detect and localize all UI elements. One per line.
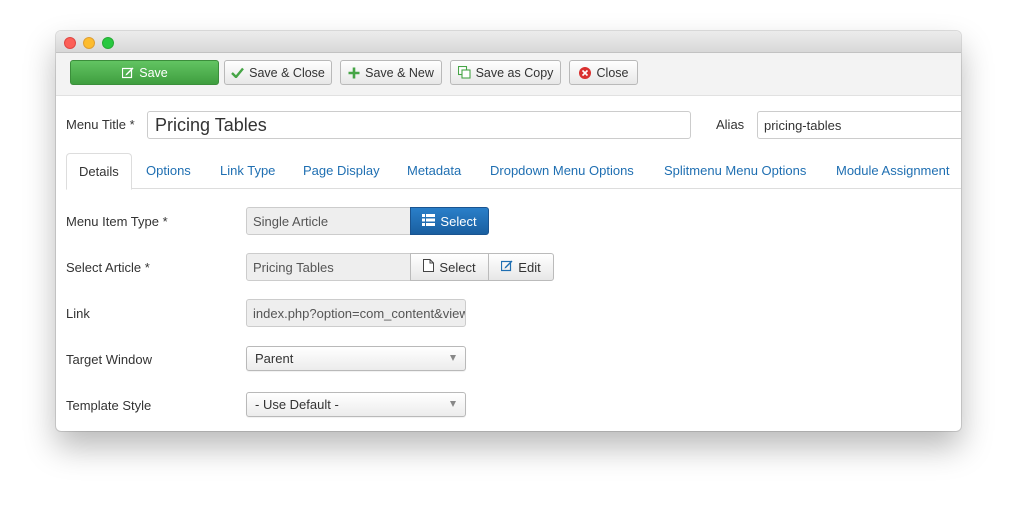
close-button-label: Close: [596, 65, 629, 80]
close-window-icon[interactable]: [64, 37, 76, 49]
save-close-label: Save & Close: [249, 65, 325, 80]
app-window: Save Save & Close Save & New Save as Cop…: [56, 31, 961, 431]
menu-item-type-select-label: Select: [440, 213, 477, 229]
alias-label: Alias: [716, 117, 745, 132]
copy-icon: [457, 66, 471, 79]
save-as-copy-label: Save as Copy: [475, 65, 554, 80]
save-button-label: Save: [139, 65, 168, 80]
edit-article-button-label: Edit: [518, 259, 541, 275]
alias-input[interactable]: pricing-tables: [757, 111, 961, 139]
save-new-button[interactable]: Save & New: [340, 60, 442, 85]
select-article-button-label: Select: [439, 259, 476, 275]
select-article-label: Select Article *: [66, 260, 150, 275]
template-style-label: Template Style: [66, 398, 152, 413]
menu-title-label: Menu Title *: [66, 117, 135, 132]
save-close-button[interactable]: Save & Close: [224, 60, 332, 85]
link-label: Link: [66, 306, 90, 321]
tab-options[interactable]: Options: [134, 153, 203, 189]
save-as-copy-button[interactable]: Save as Copy: [450, 60, 561, 85]
plus-icon: [348, 66, 360, 79]
template-style-select[interactable]: - Use Default -: [246, 392, 466, 417]
target-window-label: Target Window: [66, 352, 152, 367]
list-icon: [422, 213, 436, 229]
menu-item-type-select-button[interactable]: Select: [410, 207, 489, 235]
edit-icon: [501, 260, 513, 275]
edit-article-button[interactable]: Edit: [488, 253, 554, 281]
menu-item-type-field: Single Article: [246, 207, 411, 235]
minimize-window-icon[interactable]: [83, 37, 95, 49]
edit-icon: [121, 66, 134, 79]
zoom-window-icon[interactable]: [102, 37, 114, 49]
select-article-button[interactable]: Select: [410, 253, 489, 281]
close-circle-icon: [579, 66, 592, 79]
link-field[interactable]: index.php?option=com_content&view: [246, 299, 466, 327]
save-button[interactable]: Save: [70, 60, 219, 85]
tab-bar: Details Options Link Type Page Display M…: [66, 153, 961, 190]
target-window-value: Parent: [255, 351, 294, 366]
toolbar: Save Save & Close Save & New Save as Cop…: [56, 53, 961, 96]
file-icon: [423, 259, 435, 275]
chevron-down-icon: [450, 401, 456, 407]
tab-dropdown-menu-options[interactable]: Dropdown Menu Options: [478, 153, 646, 189]
tab-details[interactable]: Details: [66, 153, 132, 190]
tab-link-type[interactable]: Link Type: [208, 153, 287, 189]
tab-page-display[interactable]: Page Display: [291, 153, 392, 189]
select-article-field: Pricing Tables: [246, 253, 411, 281]
edit-form: Menu Title * Pricing Tables Alias pricin…: [56, 97, 961, 431]
close-button[interactable]: Close: [569, 60, 638, 85]
menu-title-input[interactable]: Pricing Tables: [147, 111, 691, 139]
checkmark-icon: [231, 66, 245, 79]
tab-metadata[interactable]: Metadata: [395, 153, 473, 189]
target-window-select[interactable]: Parent: [246, 346, 466, 371]
chevron-down-icon: [450, 355, 456, 361]
tab-splitmenu-menu-options[interactable]: Splitmenu Menu Options: [652, 153, 818, 189]
menu-item-type-label: Menu Item Type *: [66, 214, 168, 229]
template-style-value: - Use Default -: [255, 397, 339, 412]
tab-module-assignment[interactable]: Module Assignment: [824, 153, 961, 189]
window-titlebar: [56, 31, 961, 53]
save-new-label: Save & New: [365, 65, 434, 80]
